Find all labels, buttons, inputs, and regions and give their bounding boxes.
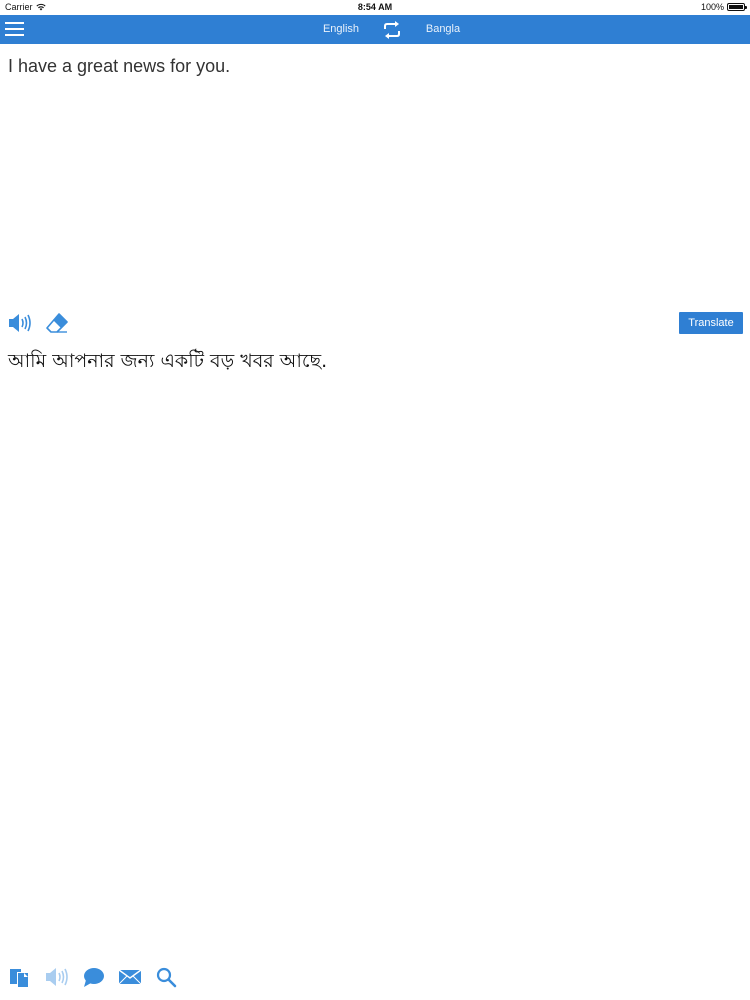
menu-button[interactable] xyxy=(5,20,25,38)
status-time: 8:54 AM xyxy=(357,2,393,12)
status-bar: Carrier 8:54 AM 100% xyxy=(0,0,750,15)
source-language-button[interactable]: English xyxy=(312,23,370,35)
copy-icon xyxy=(10,969,28,987)
search-button[interactable] xyxy=(155,966,179,988)
source-text-input[interactable]: I have a great news for you. xyxy=(8,52,742,300)
nav-bar: English Bangla xyxy=(0,15,750,44)
copy-button[interactable] xyxy=(8,966,32,988)
speaker-icon xyxy=(46,968,68,986)
search-icon xyxy=(156,967,177,988)
swap-languages-button[interactable] xyxy=(381,20,403,40)
envelope-icon xyxy=(118,969,142,985)
battery-percent: 100% xyxy=(700,2,724,12)
email-button[interactable] xyxy=(118,966,142,988)
battery-icon xyxy=(727,3,747,11)
battery-fill xyxy=(729,5,743,9)
chat-bubble-icon xyxy=(84,968,104,987)
speaker-icon xyxy=(9,314,31,332)
message-button[interactable] xyxy=(82,966,106,988)
clear-text-button[interactable] xyxy=(46,312,68,334)
status-right: 100% xyxy=(700,2,747,12)
translated-text: আমি আপনার জন্য একটি বড় খবর আছে. xyxy=(8,350,328,372)
eraser-icon xyxy=(46,313,68,333)
hamburger-menu-icon xyxy=(5,22,24,36)
translate-button[interactable]: Translate xyxy=(679,312,743,334)
swap-languages-icon xyxy=(384,21,400,39)
speak-translation-button[interactable] xyxy=(45,966,69,988)
app-screen: Carrier 8:54 AM 100% English Bangla I ha… xyxy=(0,0,750,1000)
target-language-button[interactable]: Bangla xyxy=(415,23,471,35)
speak-source-button[interactable] xyxy=(8,312,32,334)
